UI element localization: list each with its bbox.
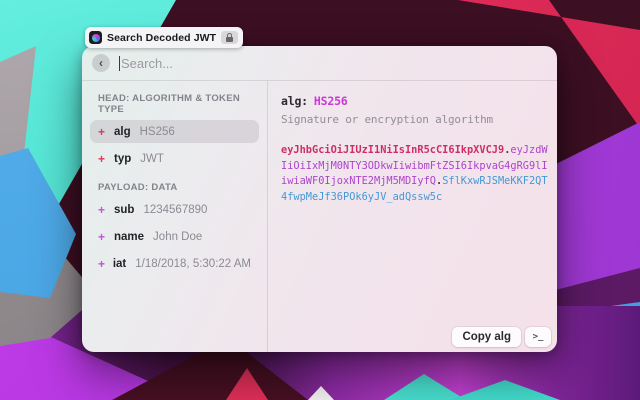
copy-alg-button[interactable]: Copy alg	[452, 327, 521, 347]
command-tab[interactable]: Search Decoded JWT	[85, 27, 243, 48]
text-caret	[119, 56, 120, 71]
raycast-window: ‹ HEAD: ALGORITHM & TOKEN TYPE + alg HS2…	[82, 46, 557, 352]
list-item-iat[interactable]: + iat 1/18/2018, 5:30:22 AM	[90, 252, 259, 275]
claim-value: 1/18/2018, 5:30:22 AM	[135, 258, 251, 270]
detail-title-value: HS256	[314, 94, 348, 108]
list-item-sub[interactable]: + sub 1234567890	[90, 198, 259, 221]
window-body: HEAD: ALGORITHM & TOKEN TYPE + alg HS256…	[82, 81, 557, 352]
plus-icon: +	[98, 153, 112, 165]
plus-icon: +	[98, 204, 112, 216]
search-header: ‹	[82, 46, 557, 81]
claim-key: iat	[113, 258, 126, 270]
plus-icon: +	[98, 126, 112, 138]
list-item-alg[interactable]: + alg HS256	[90, 120, 259, 143]
plus-icon: +	[98, 258, 111, 270]
claim-value: John Doe	[153, 231, 202, 243]
claims-list: HEAD: ALGORITHM & TOKEN TYPE + alg HS256…	[82, 81, 268, 352]
back-chevron-icon: ‹	[99, 57, 103, 69]
plus-icon: +	[98, 231, 112, 243]
claim-key: alg	[114, 126, 131, 138]
claim-value: HS256	[140, 126, 175, 138]
list-item-typ[interactable]: + typ JWT	[90, 147, 259, 170]
action-bar: Copy alg >_	[452, 327, 551, 347]
lock-icon	[221, 31, 238, 44]
terminal-shortcut-icon[interactable]: >_	[525, 327, 551, 347]
claim-key: typ	[114, 153, 131, 165]
jwt-header-segment: eyJhbGciOiJIUzI1NiIsInR5cCI6IkpXVCJ9	[281, 144, 504, 156]
claim-value: JWT	[140, 153, 164, 165]
detail-subtitle: Signature or encryption algorithm	[281, 113, 549, 126]
back-button[interactable]: ‹	[92, 54, 110, 72]
detail-title-key: alg:	[281, 94, 308, 108]
claim-key: name	[114, 231, 144, 243]
detail-title: alg: HS256	[281, 94, 549, 108]
command-tab-title: Search Decoded JWT	[107, 32, 216, 44]
section-header-head: HEAD: ALGORITHM & TOKEN TYPE	[90, 85, 259, 120]
list-item-name[interactable]: + name John Doe	[90, 225, 259, 248]
jwt-token: eyJhbGciOiJIUzI1NiIsInR5cCI6IkpXVCJ9.eyJ…	[281, 143, 549, 205]
detail-panel: alg: HS256 Signature or encryption algori…	[268, 81, 557, 352]
claim-key: sub	[114, 204, 134, 216]
search-input[interactable]	[121, 56, 557, 71]
jwt-extension-icon	[89, 31, 102, 44]
section-header-payload: PAYLOAD: DATA	[90, 174, 259, 198]
claim-value: 1234567890	[143, 204, 207, 216]
search-field-wrap	[119, 56, 557, 71]
